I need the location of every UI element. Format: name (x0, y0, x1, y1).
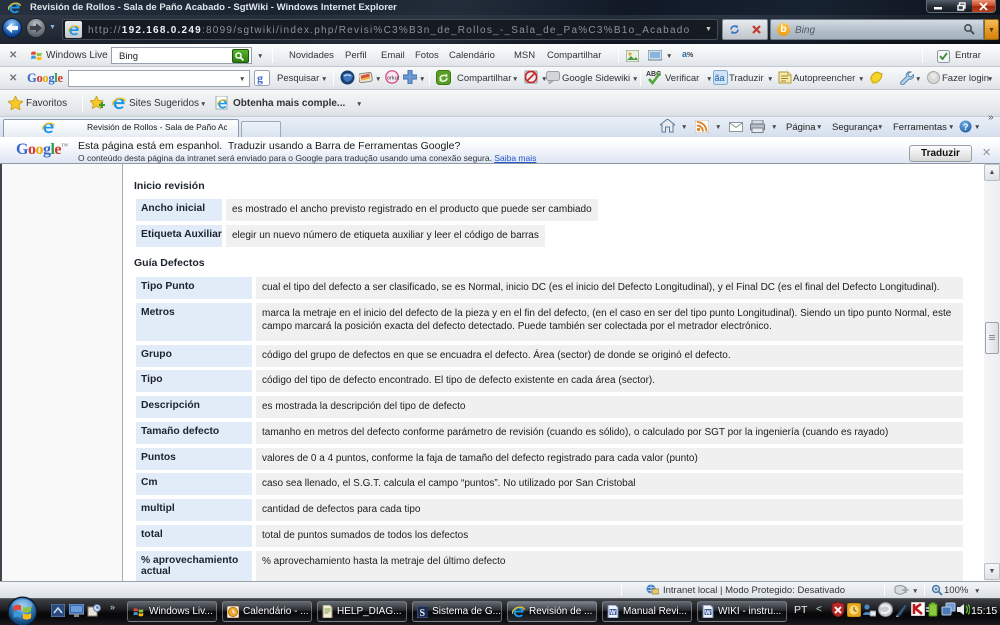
svg-text:W: W (705, 611, 711, 617)
svg-text:ãa: ãa (715, 73, 725, 83)
svg-text:?: ? (963, 122, 969, 132)
svg-text:orkut: orkut (387, 76, 399, 82)
svg-text:g: g (257, 71, 263, 85)
svg-text:W: W (610, 611, 616, 617)
svg-text:S: S (420, 608, 426, 618)
